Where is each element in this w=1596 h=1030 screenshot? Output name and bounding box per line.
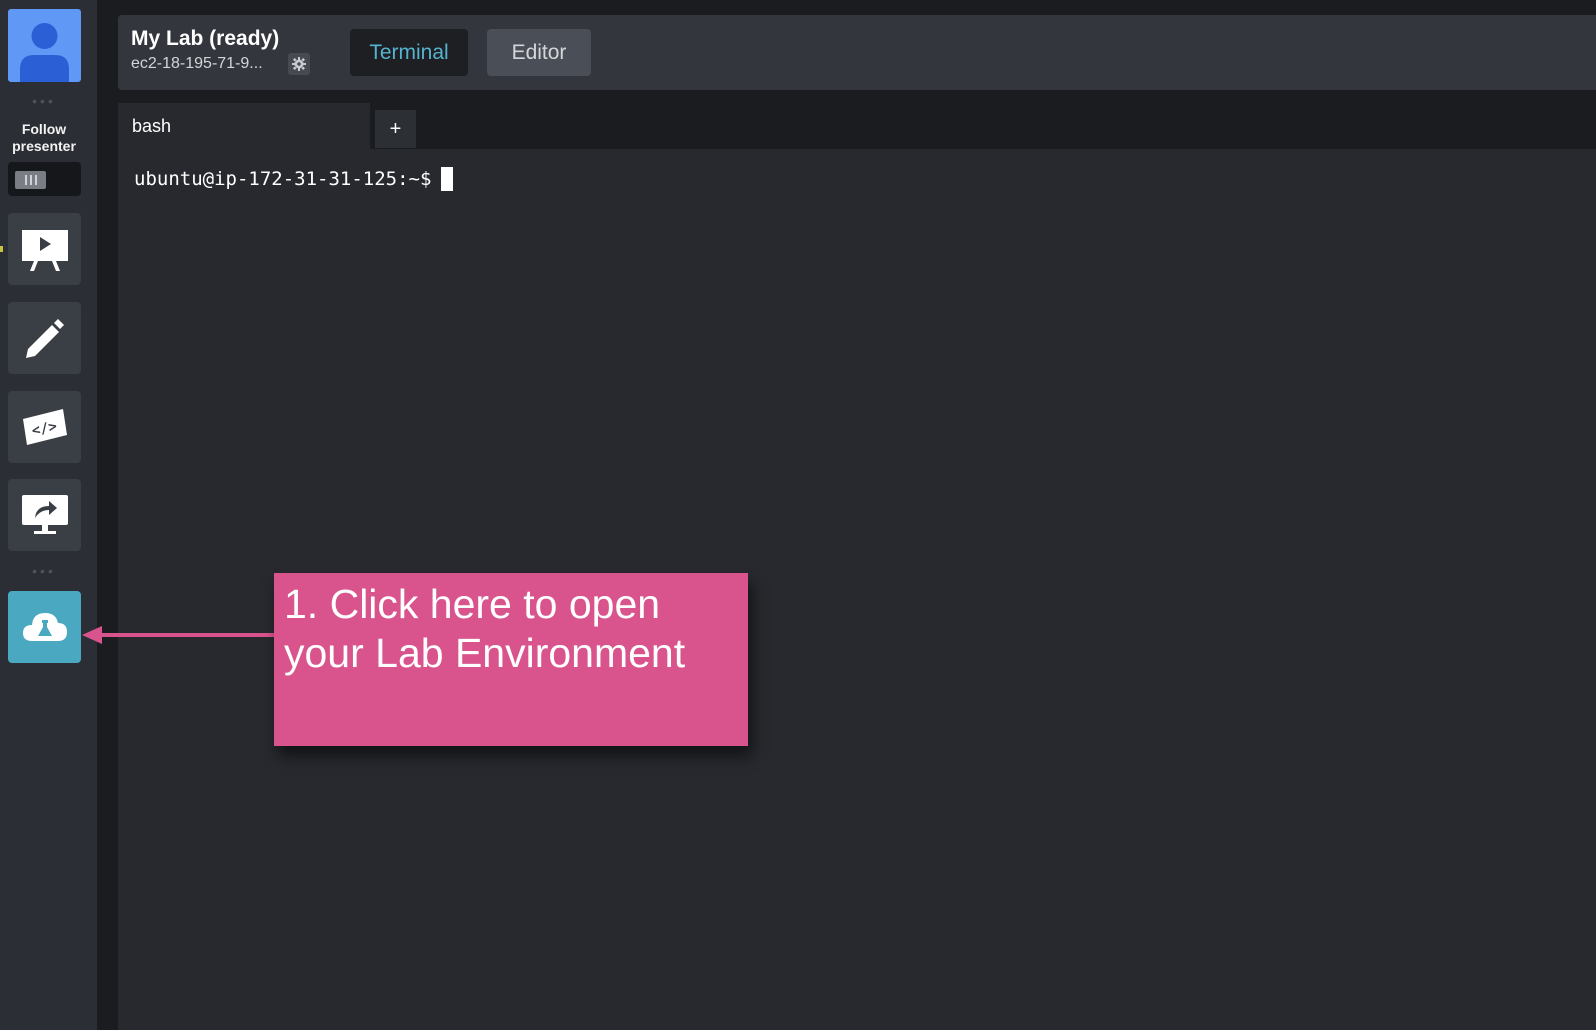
code-ticket-icon: </>	[22, 409, 67, 445]
callout-line-1: 1. Click here to open	[284, 581, 661, 627]
active-marker	[0, 246, 3, 252]
cloud-lab-icon	[22, 613, 67, 641]
user-icon	[20, 23, 69, 82]
presentation-icon	[21, 230, 68, 271]
callout-line-2: your Lab Environment	[284, 630, 686, 676]
lab-environment-button[interactable]	[8, 591, 81, 663]
add-terminal-tab-button[interactable]: +	[375, 110, 416, 148]
lab-header: My Lab (ready) ec2-18-195-71-9... Termin…	[118, 15, 1596, 90]
lab-host: ec2-18-195-71-9...	[131, 55, 263, 72]
prompt-text: ubuntu@ip-172-31-31-125:~$	[134, 168, 432, 190]
separator-dots: •••	[32, 93, 56, 109]
presentation-button[interactable]	[8, 213, 81, 285]
gear-icon	[292, 57, 306, 71]
code-button[interactable]: </>	[8, 391, 81, 463]
annotation-arrow	[82, 626, 276, 644]
settings-button[interactable]	[288, 53, 310, 75]
screen-share-button[interactable]	[8, 479, 81, 551]
terminal-tab-label: bash	[132, 116, 172, 136]
terminal-tab-bar: bash +	[118, 103, 1596, 149]
follow-presenter-toggle[interactable]	[8, 162, 81, 196]
terminal-cursor	[441, 167, 454, 191]
terminal-tab-bash[interactable]: bash	[118, 103, 370, 149]
lab-title: My Lab (ready)	[131, 27, 280, 50]
screen-share-icon	[21, 495, 68, 534]
annotation-callout: 1. Click here to open your Lab Environme…	[274, 573, 748, 746]
terminal-prompt: ubuntu@ip-172-31-31-125:~$	[134, 167, 454, 191]
sidebar: ••• Follow presenter </> •••	[0, 0, 97, 1030]
follow-presenter-label: Follow presenter	[12, 121, 76, 154]
toggle-knob	[15, 171, 46, 189]
tab-editor[interactable]: Editor	[487, 29, 591, 76]
tab-terminal[interactable]: Terminal	[350, 29, 468, 76]
pencil-icon	[25, 319, 64, 358]
pencil-button[interactable]	[8, 302, 81, 374]
user-avatar[interactable]	[8, 9, 81, 82]
separator-dots: •••	[32, 563, 56, 579]
